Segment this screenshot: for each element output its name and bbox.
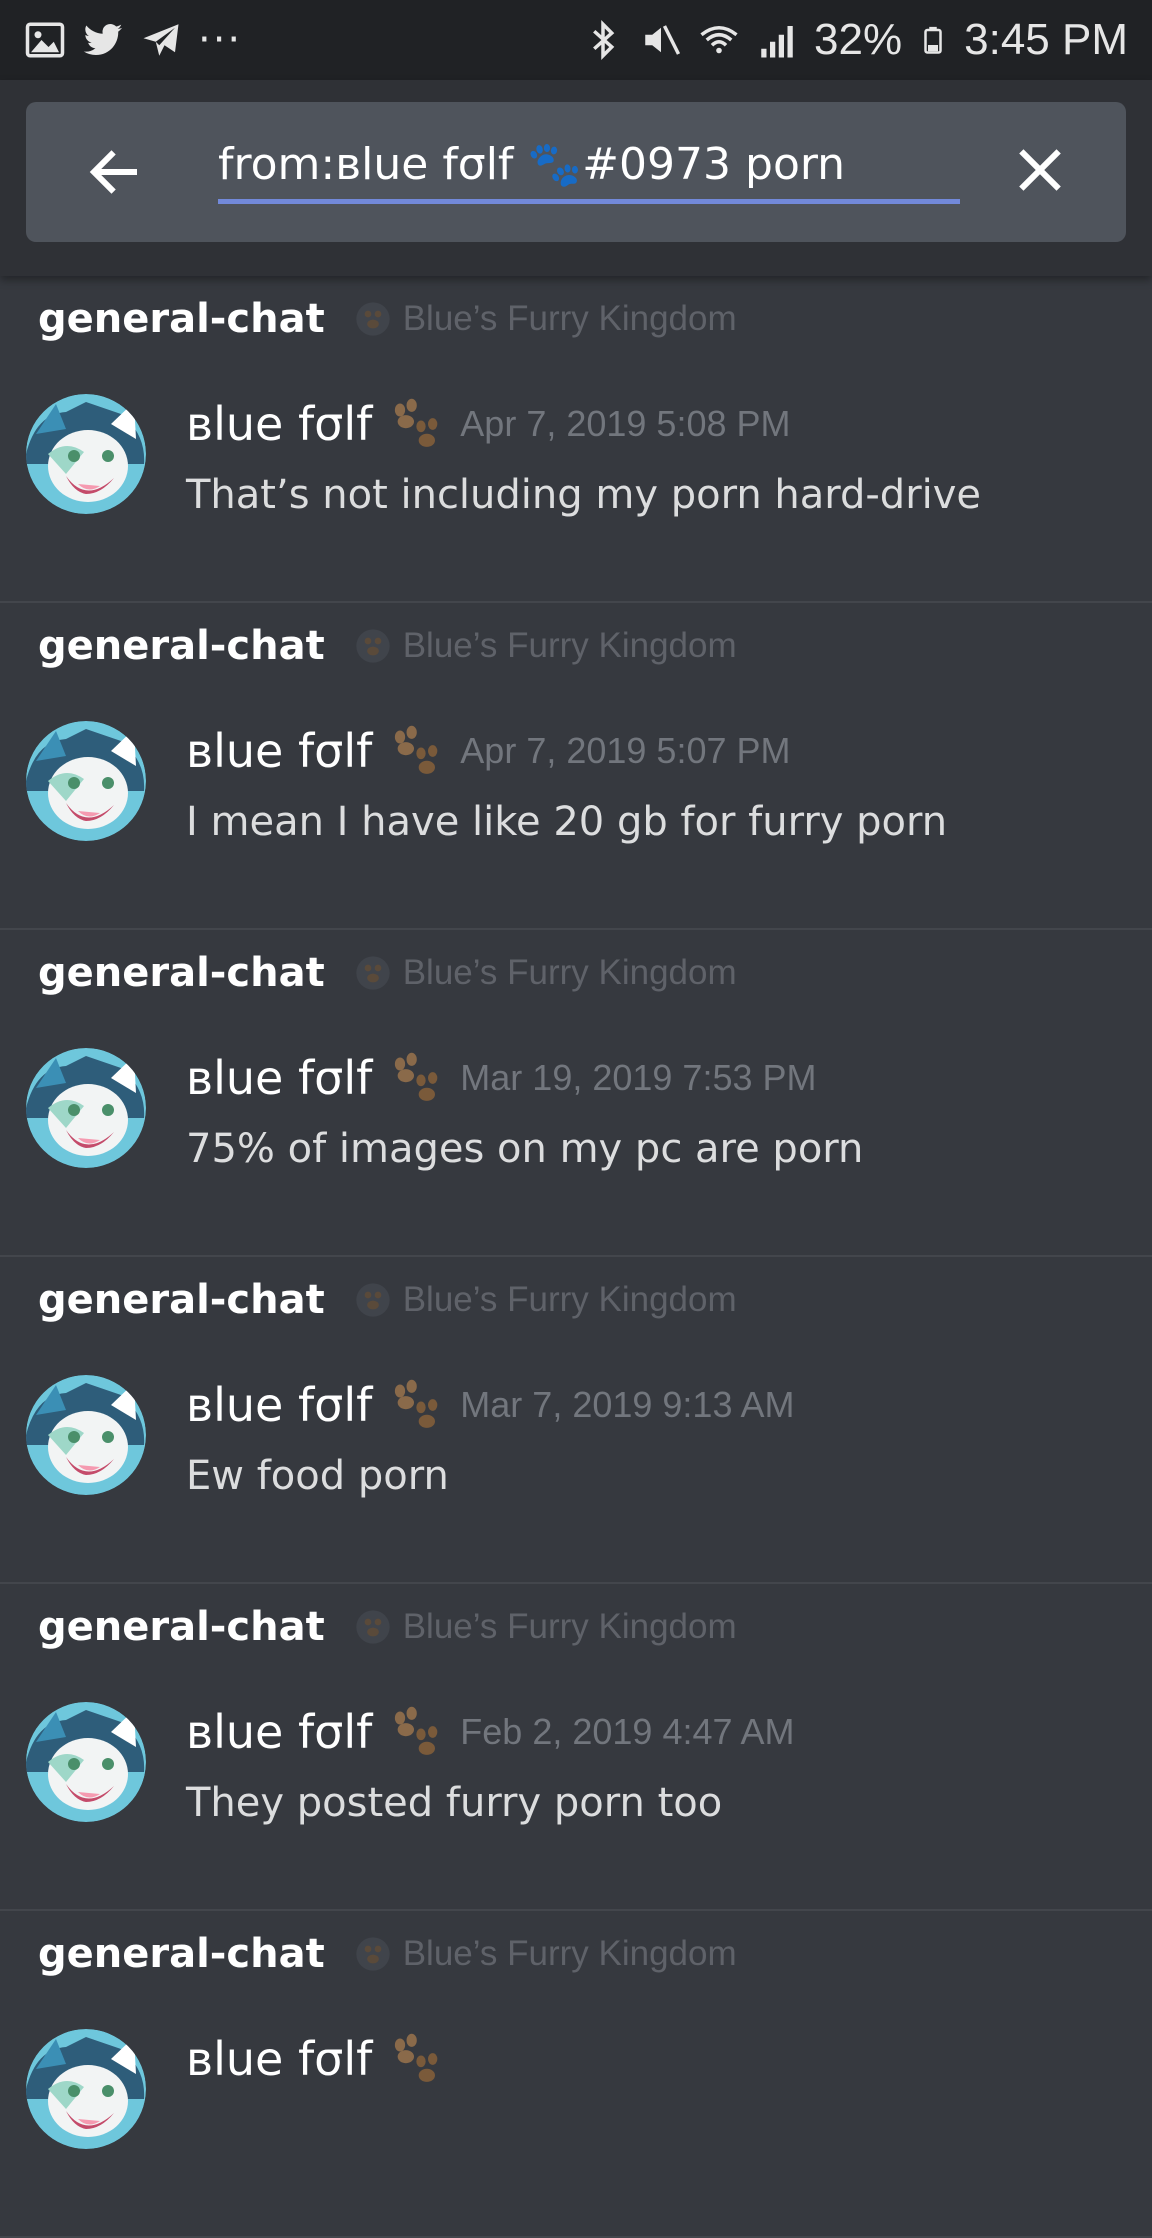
- status-bar: ··· 32% 3:45 PM: [0, 0, 1152, 80]
- avatar[interactable]: [26, 394, 146, 514]
- fox-avatar-icon: [26, 721, 146, 841]
- channel-name[interactable]: general-chat: [38, 1277, 325, 1323]
- telegram-icon: [143, 24, 179, 56]
- search-input[interactable]: [218, 128, 960, 204]
- message-timestamp: Apr 7, 2019 5:08 PM: [460, 403, 791, 444]
- guild-name: Blue’s Furry Kingdom: [402, 1607, 737, 1646]
- paw-icon: [395, 2033, 438, 2082]
- message-timestamp: Apr 7, 2019 5:07 PM: [460, 730, 791, 771]
- result-author-row: вlue fσlf Feb 2, 2019 4:47 AM: [186, 1704, 795, 1760]
- search-result[interactable]: general-chat Blue’s Furry Kingdom вlue f…: [0, 276, 1152, 603]
- result-channel-row: general-chat Blue’s Furry Kingdom: [38, 1277, 737, 1323]
- guild-name: Blue’s Furry Kingdom: [402, 1280, 737, 1319]
- close-icon[interactable]: [1012, 142, 1068, 198]
- message-content: Ew food porn: [186, 1453, 449, 1499]
- guild-icon: [356, 629, 390, 663]
- fox-avatar-icon: [26, 1375, 146, 1495]
- avatar[interactable]: [26, 1375, 146, 1495]
- bluetooth-icon: [593, 20, 615, 60]
- search-results: general-chat Blue’s Furry Kingdom вlue f…: [0, 276, 1152, 2238]
- channel-name[interactable]: general-chat: [38, 296, 325, 342]
- system-icons: 32% 3:45 PM: [582, 15, 1128, 65]
- paw-icon: [395, 1052, 438, 1101]
- wifi-icon: [700, 26, 738, 54]
- paw-icon: [395, 398, 438, 447]
- mute-icon: [645, 25, 681, 55]
- author-name[interactable]: вlue fσlf: [186, 1705, 372, 1759]
- search-result[interactable]: general-chat Blue’s Furry Kingdom вlue f…: [0, 930, 1152, 1257]
- notification-icons: ···: [24, 17, 242, 63]
- paw-icon: [395, 725, 438, 774]
- channel-name[interactable]: general-chat: [38, 1604, 325, 1650]
- guild-name: Blue’s Furry Kingdom: [402, 299, 737, 338]
- message-content: 75% of images on my pc are porn: [186, 1126, 864, 1172]
- result-author-row: вlue fσlf Apr 7, 2019 5:08 PM: [186, 396, 791, 452]
- avatar[interactable]: [26, 2029, 146, 2149]
- search-result[interactable]: general-chat Blue’s Furry Kingdom вlue f…: [0, 1584, 1152, 1911]
- result-channel-row: general-chat Blue’s Furry Kingdom: [38, 296, 737, 342]
- message-content: They posted furry porn too: [186, 1780, 723, 1826]
- search-bar: [26, 102, 1126, 242]
- message-timestamp: Feb 2, 2019 4:47 AM: [460, 1711, 795, 1752]
- avatar[interactable]: [26, 1702, 146, 1822]
- search-header: [0, 80, 1152, 276]
- twitter-icon: [83, 23, 123, 56]
- result-author-row: вlue fσlf Mar 7, 2019 9:13 AM: [186, 1377, 795, 1433]
- paw-icon: [395, 1706, 438, 1755]
- fox-avatar-icon: [26, 1048, 146, 1168]
- gallery-icon: [25, 22, 65, 58]
- battery-percent: 32%: [814, 15, 903, 64]
- search-result[interactable]: general-chat Blue’s Furry Kingdom вlue f…: [0, 1911, 1152, 2238]
- guild-icon: [356, 1610, 390, 1644]
- guild-icon: [356, 302, 390, 336]
- result-author-row: вlue fσlf: [186, 2031, 460, 2087]
- fox-avatar-icon: [26, 2029, 146, 2149]
- result-channel-row: general-chat Blue’s Furry Kingdom: [38, 623, 737, 669]
- result-channel-row: general-chat Blue’s Furry Kingdom: [38, 950, 737, 996]
- author-name[interactable]: вlue fσlf: [186, 397, 372, 451]
- avatar[interactable]: [26, 1048, 146, 1168]
- result-channel-row: general-chat Blue’s Furry Kingdom: [38, 1931, 737, 1977]
- avatar[interactable]: [26, 721, 146, 841]
- clock: 3:45 PM: [964, 15, 1128, 64]
- guild-name: Blue’s Furry Kingdom: [402, 1934, 737, 1973]
- more-notifications: ···: [198, 17, 243, 63]
- result-author-row: вlue fσlf Apr 7, 2019 5:07 PM: [186, 723, 791, 779]
- search-result[interactable]: general-chat Blue’s Furry Kingdom вlue f…: [0, 603, 1152, 930]
- author-name[interactable]: вlue fσlf: [186, 1051, 372, 1105]
- guild-icon: [356, 1283, 390, 1317]
- channel-name[interactable]: general-chat: [38, 950, 325, 996]
- result-channel-row: general-chat Blue’s Furry Kingdom: [38, 1604, 737, 1650]
- guild-icon: [356, 1937, 390, 1971]
- signal-icon: [761, 26, 793, 58]
- fox-avatar-icon: [26, 394, 146, 514]
- message-timestamp: Mar 19, 2019 7:53 PM: [460, 1057, 817, 1098]
- author-name[interactable]: вlue fσlf: [186, 2032, 372, 2086]
- paw-icon: [395, 1379, 438, 1428]
- arrow-left-icon[interactable]: [84, 142, 144, 202]
- channel-name[interactable]: general-chat: [38, 623, 325, 669]
- channel-name[interactable]: general-chat: [38, 1931, 325, 1977]
- author-name[interactable]: вlue fσlf: [186, 724, 372, 778]
- guild-name: Blue’s Furry Kingdom: [402, 953, 737, 992]
- battery-icon: [924, 26, 942, 54]
- result-author-row: вlue fσlf Mar 19, 2019 7:53 PM: [186, 1050, 817, 1106]
- search-result[interactable]: general-chat Blue’s Furry Kingdom вlue f…: [0, 1257, 1152, 1584]
- message-content: I mean I have like 20 gb for furry porn: [186, 799, 948, 845]
- message-timestamp: Mar 7, 2019 9:13 AM: [460, 1384, 795, 1425]
- message-content: That’s not including my porn hard-drive: [186, 472, 982, 518]
- guild-icon: [356, 956, 390, 990]
- guild-name: Blue’s Furry Kingdom: [402, 626, 737, 665]
- fox-avatar-icon: [26, 1702, 146, 1822]
- author-name[interactable]: вlue fσlf: [186, 1378, 372, 1432]
